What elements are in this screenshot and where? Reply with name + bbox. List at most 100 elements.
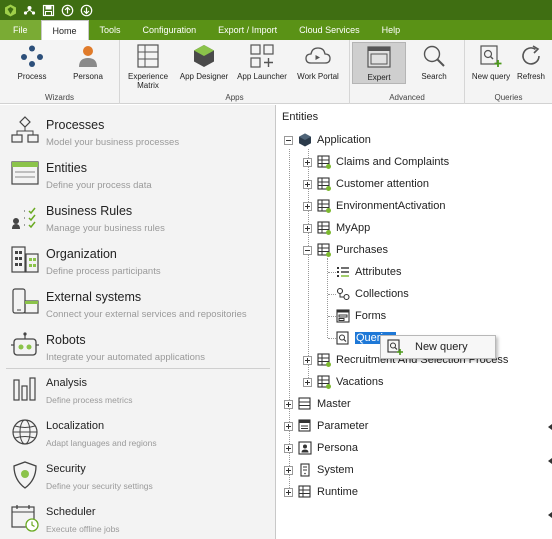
module-organization[interactable]: Organization Define process participants xyxy=(0,238,276,281)
entity-table-icon xyxy=(317,243,331,257)
expand-icon[interactable] xyxy=(284,399,293,409)
tab-tools[interactable]: Tools xyxy=(89,20,132,40)
tree-node-collections[interactable]: Collections xyxy=(336,285,409,303)
tree-node-runtime[interactable]: Runtime xyxy=(284,483,358,501)
tree-node-system[interactable]: System xyxy=(284,461,354,479)
module-analysis[interactable]: Analysis Define process metrics xyxy=(0,368,276,411)
app-designer-button[interactable]: App Designer xyxy=(176,43,232,81)
module-localization[interactable]: Localization Adapt languages and regions xyxy=(0,411,276,454)
master-icon xyxy=(298,397,312,411)
tree-node-entity[interactable]: Customer attention xyxy=(303,175,429,193)
module-title: Scheduler xyxy=(46,506,96,518)
tree-node-parameter[interactable]: Parameter xyxy=(284,417,368,435)
tab-help[interactable]: Help xyxy=(371,20,412,40)
tree-node-entity[interactable]: MyApp xyxy=(303,219,370,237)
tree-node-entity[interactable]: Vacations xyxy=(303,373,384,391)
module-title: Robots xyxy=(46,333,86,347)
tab-cloud-services[interactable]: Cloud Services xyxy=(288,20,371,40)
expand-icon[interactable] xyxy=(303,355,312,365)
tree-connector xyxy=(328,272,336,273)
expand-icon[interactable] xyxy=(303,157,312,167)
external-systems-icon xyxy=(10,287,40,317)
upload-icon[interactable] xyxy=(61,4,74,17)
persona-button[interactable]: Persona xyxy=(66,43,110,81)
download-icon[interactable] xyxy=(80,4,93,17)
module-subtitle: Integrate your automated applications xyxy=(46,352,205,363)
entities-icon xyxy=(10,158,40,188)
tab-file[interactable]: File xyxy=(0,20,41,40)
tree-node-entity[interactable]: Claims and Complaints xyxy=(303,153,449,171)
cube-icon xyxy=(298,133,312,147)
tree-node-entity[interactable]: EnvironmentActivation xyxy=(303,197,445,215)
module-processes[interactable]: Processes Model your business processes xyxy=(0,109,276,152)
new-query-button[interactable]: New query xyxy=(469,43,513,81)
experience-matrix-button[interactable]: Experience Matrix xyxy=(126,43,170,90)
attributes-icon xyxy=(336,265,350,279)
tree-node-persona[interactable]: Persona xyxy=(284,439,358,457)
collapse-icon[interactable] xyxy=(284,135,293,145)
search-button-label: Search xyxy=(421,72,447,81)
collapse-icon[interactable] xyxy=(303,245,312,255)
app-launcher-button[interactable]: App Launcher xyxy=(234,43,290,81)
context-menu: New query xyxy=(380,335,496,359)
expand-icon[interactable] xyxy=(284,421,293,431)
expand-icon[interactable] xyxy=(284,465,293,475)
module-robots[interactable]: Robots Integrate your automated applicat… xyxy=(0,324,276,367)
tree-node-label: Purchases xyxy=(336,244,388,256)
tree-node-application[interactable]: Application xyxy=(284,131,371,149)
expert-button[interactable]: Expert xyxy=(352,42,406,84)
expand-icon[interactable] xyxy=(284,487,293,497)
module-subtitle: Define process participants xyxy=(46,266,161,277)
module-security[interactable]: Security Define your security settings xyxy=(0,454,276,497)
tree-node-forms[interactable]: Forms xyxy=(336,307,386,325)
process-button[interactable]: Process xyxy=(10,43,54,81)
tree-node-purchases[interactable]: Purchases xyxy=(303,241,388,259)
module-business-rules[interactable]: Business Rules Manage your business rule… xyxy=(0,195,276,238)
experience-matrix-button-label: Experience Matrix xyxy=(128,72,169,90)
tree-node-label: Attributes xyxy=(355,266,402,278)
ribbon-group-wizards: Process Persona Wizards xyxy=(0,40,120,104)
splitter-marker-icon[interactable] xyxy=(548,509,552,518)
persona-icon xyxy=(75,43,101,69)
splitter-marker-icon[interactable] xyxy=(548,421,552,430)
tab-export-import[interactable]: Export / Import xyxy=(207,20,288,40)
search-button[interactable]: Search xyxy=(412,43,456,81)
save-icon[interactable] xyxy=(42,4,55,17)
module-title: Business Rules xyxy=(46,204,133,218)
module-subtitle: Adapt languages and regions xyxy=(46,438,157,448)
work-portal-button[interactable]: Work Portal xyxy=(292,43,344,81)
module-external-systems[interactable]: External systems Connect your external s… xyxy=(0,281,276,324)
analysis-icon xyxy=(10,374,40,404)
tree-connector xyxy=(328,294,336,295)
ribbon-group-title-apps: Apps xyxy=(225,93,244,102)
module-subtitle: Execute offline jobs xyxy=(46,524,120,534)
expand-icon[interactable] xyxy=(303,201,312,211)
tree-connector xyxy=(328,338,336,339)
expand-icon[interactable] xyxy=(284,443,293,453)
form-icon xyxy=(336,309,350,323)
persona-icon xyxy=(298,441,312,455)
tab-home[interactable]: Home xyxy=(40,20,89,40)
calendar-icon xyxy=(10,503,40,533)
expert-button-label: Expert xyxy=(367,73,391,82)
tree-node-master[interactable]: Master xyxy=(284,395,351,413)
context-menu-item-new-query[interactable]: New query xyxy=(415,341,468,353)
refresh-button[interactable]: Refresh xyxy=(513,43,549,81)
search-icon xyxy=(421,43,447,69)
expand-icon[interactable] xyxy=(303,179,312,189)
splitter-marker-icon[interactable] xyxy=(548,455,552,464)
module-entities[interactable]: Entities Define your process data xyxy=(0,152,276,195)
tree-connector xyxy=(328,316,336,317)
module-subtitle: Connect your external services and repos… xyxy=(46,309,247,320)
organization-icon xyxy=(10,244,40,274)
module-scheduler[interactable]: Scheduler Execute offline jobs xyxy=(0,497,276,539)
tree-node-attributes[interactable]: Attributes xyxy=(336,263,401,281)
organization-quick-icon[interactable] xyxy=(23,4,36,17)
ribbon-group-queries: New query Refresh Queries xyxy=(465,40,552,104)
tree-node-label: Customer attention xyxy=(336,178,429,190)
expand-icon[interactable] xyxy=(303,223,312,233)
robot-icon xyxy=(10,330,40,360)
tab-configuration[interactable]: Configuration xyxy=(132,20,208,40)
tree-node-label: Master xyxy=(317,398,351,410)
expand-icon[interactable] xyxy=(303,377,312,387)
